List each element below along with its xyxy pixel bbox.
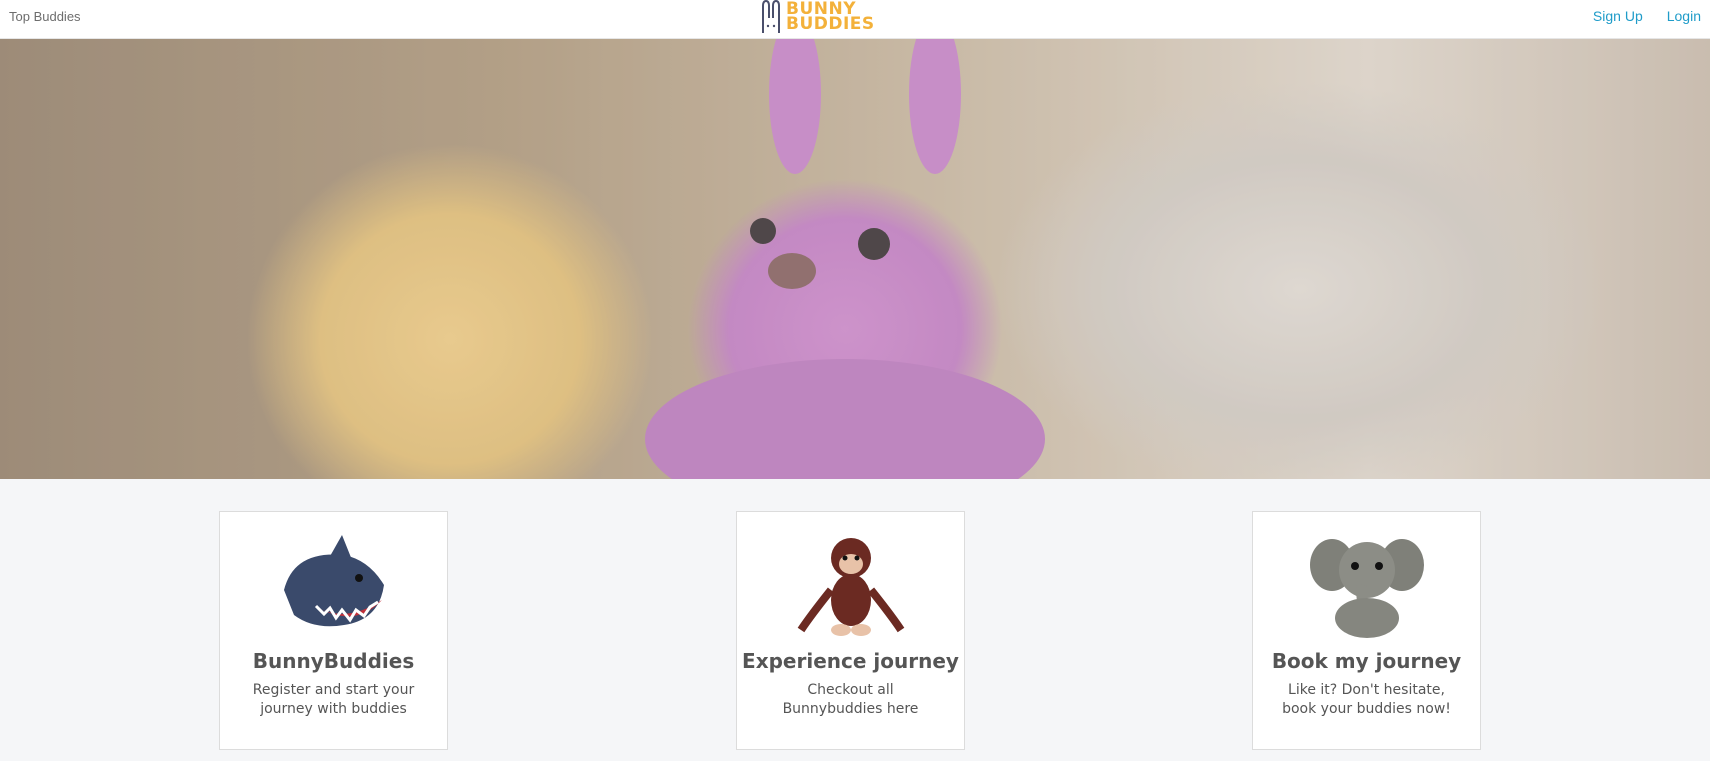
top-buddies-link[interactable]: Top Buddies	[9, 9, 81, 24]
card-book-my-journey[interactable]: Book my journey Like it? Don't hesitate,…	[1252, 511, 1481, 750]
logo-text-buddies: BUDDIES	[786, 14, 875, 34]
card-title: Experience journey	[742, 649, 959, 673]
bunny-buddies-logo[interactable]: BUNNY BUDDIES	[758, 0, 888, 34]
login-link[interactable]: Login	[1667, 8, 1701, 24]
card-description: Register and start your journey with bud…	[252, 682, 415, 717]
card-description: Like it? Don't hesitate, book your buddi…	[1282, 682, 1451, 717]
bunny-logo-icon	[762, 0, 780, 33]
signup-link[interactable]: Sign Up	[1593, 8, 1643, 24]
card-title: BunnyBuddies	[252, 649, 415, 673]
card-bunnybuddies[interactable]: BunnyBuddies Register and start your jou…	[219, 511, 448, 750]
top-navbar: Top Buddies BUNNY BUDDIES Sign Up Login	[0, 0, 1710, 39]
card-description: Checkout all Bunnybuddies here	[782, 682, 919, 717]
hero-banner-image	[0, 39, 1710, 479]
elephant-plush-icon	[1309, 539, 1424, 638]
card-experience-journey[interactable]: Experience journey Checkout all Bunnybud…	[736, 511, 965, 750]
monkey-plush-icon	[797, 538, 904, 636]
shark-plush-icon	[283, 535, 384, 627]
card-title: Book my journey	[1271, 649, 1462, 673]
